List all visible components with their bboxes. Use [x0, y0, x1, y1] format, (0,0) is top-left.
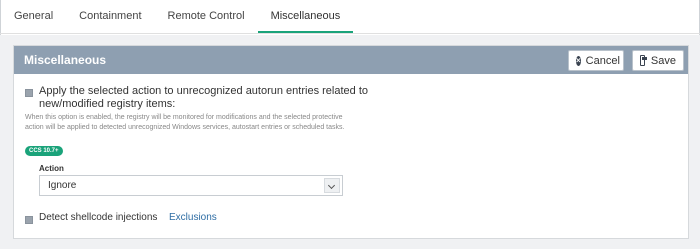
autorun-checkbox[interactable] — [25, 89, 33, 97]
autorun-option-label: Apply the selected action to unrecognize… — [39, 85, 368, 110]
content-area: Miscellaneous × Cancel Save Apply the se… — [0, 35, 700, 249]
save-icon — [640, 55, 647, 66]
panel-title: Miscellaneous — [24, 53, 107, 67]
save-button-label: Save — [650, 54, 676, 67]
chevron-down-icon[interactable] — [324, 178, 340, 193]
tab-general[interactable]: General — [0, 0, 66, 33]
tab-bar: General Containment Remote Control Misce… — [0, 0, 700, 34]
close-circle-icon: × — [576, 55, 581, 66]
shellcode-checkbox[interactable] — [25, 216, 33, 224]
tab-containment[interactable]: Containment — [66, 0, 154, 33]
shellcode-option-label: Detect shellcode injections — [39, 212, 158, 223]
save-button[interactable]: Save — [632, 50, 684, 71]
version-badge: CCS 10.7+ — [25, 146, 63, 156]
miscellaneous-panel: Miscellaneous × Cancel Save Apply the se… — [13, 45, 689, 239]
cancel-button-label: Cancel — [585, 54, 620, 67]
tab-remote-control[interactable]: Remote Control — [155, 0, 258, 33]
tab-miscellaneous[interactable]: Miscellaneous — [257, 0, 354, 33]
action-label: Action — [39, 164, 64, 173]
action-select[interactable]: Ignore — [39, 175, 343, 196]
exclusions-link[interactable]: Exclusions — [169, 212, 217, 223]
cancel-button[interactable]: × Cancel — [568, 50, 624, 71]
panel-header: Miscellaneous × Cancel Save — [14, 46, 688, 74]
action-select-value: Ignore — [48, 180, 77, 191]
autorun-option-description: When this option is enabled, the registr… — [25, 114, 345, 131]
